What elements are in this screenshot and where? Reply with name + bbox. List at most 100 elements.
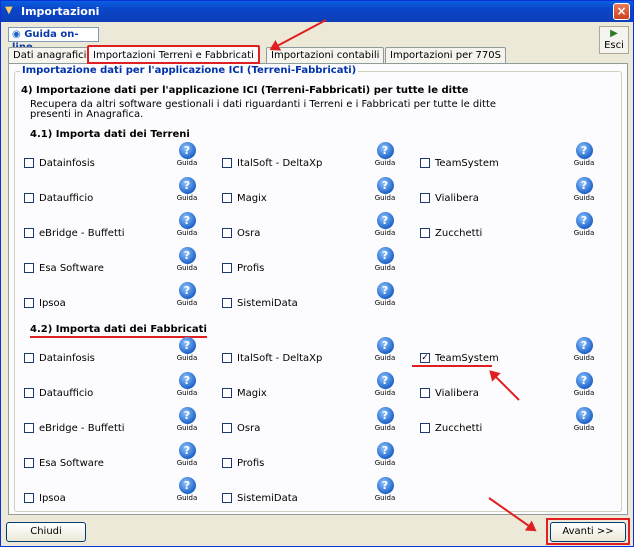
checkbox-item[interactable]: Ipsoa <box>24 492 164 506</box>
checkbox[interactable] <box>222 228 232 238</box>
checkbox-label: Dataufficio <box>39 193 94 204</box>
checkbox-item[interactable]: Dataufficio <box>24 387 164 401</box>
checkbox-item[interactable]: Vialibera <box>420 387 560 401</box>
guida-help-button[interactable]: ? Guida <box>373 282 397 310</box>
checkbox[interactable] <box>24 493 34 503</box>
checkbox-item[interactable]: Ipsoa <box>24 297 164 311</box>
guida-help-button[interactable]: ? Guida <box>572 177 596 205</box>
checkbox-item[interactable]: SistemiData <box>222 297 362 311</box>
chiudi-button[interactable]: Chiudi <box>6 522 86 542</box>
checkbox-item[interactable]: Esa Software <box>24 262 164 276</box>
guida-help-button[interactable]: ? Guida <box>175 477 199 505</box>
checkbox[interactable] <box>420 193 430 203</box>
checkbox[interactable] <box>420 158 430 168</box>
checkbox[interactable] <box>222 388 232 398</box>
checkbox[interactable] <box>222 193 232 203</box>
guida-help-button[interactable]: ? Guida <box>175 142 199 170</box>
esci-button[interactable]: ▶ Esci <box>599 26 629 54</box>
checkbox-item[interactable]: Magix <box>222 192 362 206</box>
checkbox-item[interactable]: Osra <box>222 227 362 241</box>
checkbox[interactable] <box>24 193 34 203</box>
tab-importazioni-terreni-fabbricati[interactable]: Importazioni Terreni e Fabbricati <box>87 45 260 64</box>
checkbox[interactable] <box>24 263 34 273</box>
checkbox-item[interactable]: Osra <box>222 422 362 436</box>
guida-label: Guida <box>374 494 396 502</box>
checkbox[interactable] <box>222 493 232 503</box>
tab-importazioni-770s[interactable]: Importazioni per 770S <box>385 47 506 63</box>
checkbox[interactable] <box>24 298 34 308</box>
checkbox-item[interactable]: Profis <box>222 457 362 471</box>
checkbox[interactable] <box>420 228 430 238</box>
checkbox-label: Magix <box>237 388 267 399</box>
checkbox[interactable] <box>420 423 430 433</box>
help-icon: ? <box>178 337 196 354</box>
checkbox-item[interactable]: Vialibera <box>420 192 560 206</box>
checkbox-label: TeamSystem <box>435 353 499 364</box>
guida-help-button[interactable]: ? Guida <box>373 442 397 470</box>
help-icon: ? <box>575 372 593 389</box>
checkbox[interactable] <box>222 263 232 273</box>
guida-help-button[interactable]: ? Guida <box>175 247 199 275</box>
guida-help-button[interactable]: ? Guida <box>175 282 199 310</box>
guida-help-button[interactable]: ? Guida <box>572 372 596 400</box>
guida-help-button[interactable]: ? Guida <box>572 407 596 435</box>
checkbox[interactable]: ✓ <box>420 353 430 363</box>
guida-help-button[interactable]: ? Guida <box>175 212 199 240</box>
help-icon: ? <box>178 372 196 389</box>
checkbox-item[interactable]: Datainfosis <box>24 157 164 171</box>
checkbox-item[interactable]: Datainfosis <box>24 352 164 366</box>
checkbox-item[interactable]: TeamSystem <box>420 157 560 171</box>
guida-help-button[interactable]: ? Guida <box>572 212 596 240</box>
checkbox[interactable] <box>24 458 34 468</box>
checkbox[interactable] <box>24 353 34 363</box>
guida-help-button[interactable]: ? Guida <box>572 337 596 365</box>
guida-help-button[interactable]: ? Guida <box>373 212 397 240</box>
checkbox[interactable] <box>222 458 232 468</box>
checkbox-label: Datainfosis <box>39 158 95 169</box>
guida-help-button[interactable]: ? Guida <box>175 177 199 205</box>
help-icon: ? <box>376 247 394 264</box>
guida-help-button[interactable]: ? Guida <box>373 142 397 170</box>
guida-help-button[interactable]: ? Guida <box>373 247 397 275</box>
checkbox-item[interactable]: ItalSoft - DeltaXp <box>222 157 362 171</box>
guida-help-button[interactable]: ? Guida <box>175 372 199 400</box>
checkbox-item[interactable]: Magix <box>222 387 362 401</box>
guida-online-button[interactable]: ◉ Guida on-line <box>8 27 99 53</box>
checkbox[interactable] <box>222 353 232 363</box>
guida-help-button[interactable]: ? Guida <box>373 407 397 435</box>
guida-label: Guida <box>573 194 595 202</box>
guida-help-button[interactable]: ? Guida <box>373 372 397 400</box>
tab-importazioni-contabili[interactable]: Importazioni contabili <box>266 47 385 63</box>
guida-help-button[interactable]: ? Guida <box>373 477 397 505</box>
checkbox[interactable] <box>222 423 232 433</box>
guida-help-button[interactable]: ? Guida <box>175 407 199 435</box>
checkbox[interactable] <box>24 423 34 433</box>
checkbox[interactable] <box>24 158 34 168</box>
checkbox-item[interactable]: ItalSoft - DeltaXp <box>222 352 362 366</box>
tab-dati-anagrafici[interactable]: Dati anagrafici <box>8 47 92 63</box>
guida-help-button[interactable]: ? Guida <box>572 142 596 170</box>
checkbox-item[interactable]: Zucchetti <box>420 227 560 241</box>
checkbox[interactable] <box>24 228 34 238</box>
avanti-button[interactable]: Avanti >> <box>550 522 626 542</box>
help-icon: ? <box>178 477 196 494</box>
checkbox[interactable] <box>222 158 232 168</box>
checkbox-item[interactable]: Profis <box>222 262 362 276</box>
guida-help-button[interactable]: ? Guida <box>373 177 397 205</box>
checkbox-label: SistemiData <box>237 493 298 504</box>
checkbox-item[interactable]: ✓ TeamSystem <box>420 352 560 366</box>
checkbox-label: Ipsoa <box>39 493 66 504</box>
checkbox[interactable] <box>222 298 232 308</box>
checkbox-item[interactable]: eBridge - Buffetti <box>24 227 164 241</box>
checkbox[interactable] <box>24 388 34 398</box>
checkbox-item[interactable]: Dataufficio <box>24 192 164 206</box>
close-button[interactable]: × <box>613 3 630 20</box>
checkbox-item[interactable]: SistemiData <box>222 492 362 506</box>
guida-help-button[interactable]: ? Guida <box>373 337 397 365</box>
checkbox-item[interactable]: Esa Software <box>24 457 164 471</box>
checkbox-item[interactable]: eBridge - Buffetti <box>24 422 164 436</box>
guida-help-button[interactable]: ? Guida <box>175 337 199 365</box>
guida-help-button[interactable]: ? Guida <box>175 442 199 470</box>
checkbox-item[interactable]: Zucchetti <box>420 422 560 436</box>
checkbox[interactable] <box>420 388 430 398</box>
